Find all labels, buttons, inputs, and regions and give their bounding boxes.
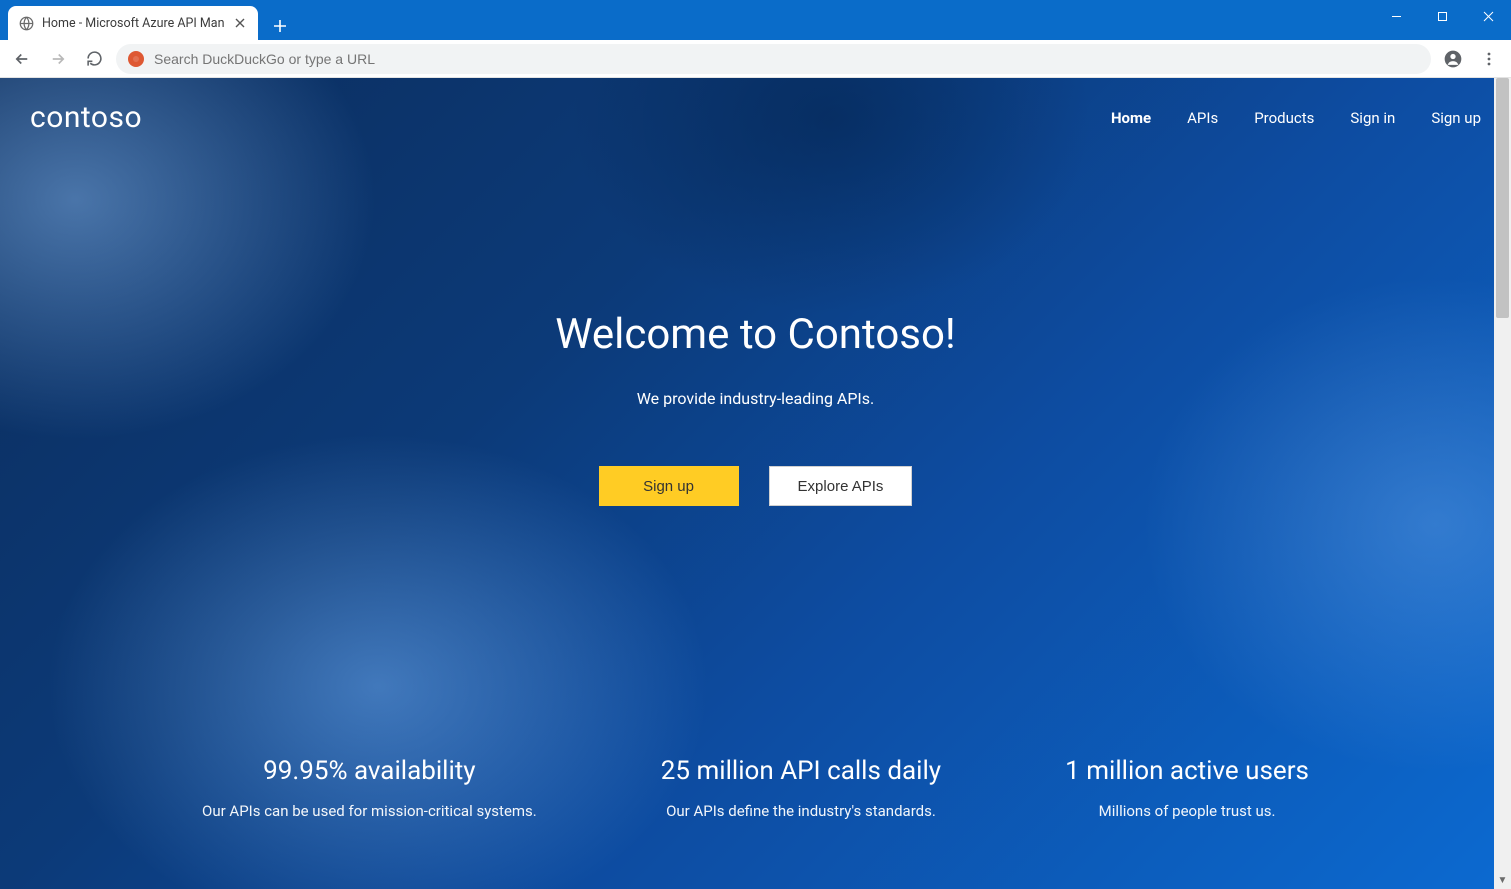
profile-button[interactable] — [1439, 45, 1467, 73]
browser-toolbar — [0, 40, 1511, 78]
nav-apis[interactable]: APIs — [1187, 109, 1218, 127]
stat-sub: Our APIs can be used for mission-critica… — [202, 802, 537, 820]
stats-section: 99.95% availability Our APIs can be used… — [0, 756, 1511, 880]
forward-button[interactable] — [44, 45, 72, 73]
stat-api-calls: 25 million API calls daily Our APIs defi… — [661, 756, 941, 820]
scroll-down-arrow-icon[interactable]: ▼ — [1494, 872, 1511, 889]
tab-strip: Home - Microsoft Azure API Man — [0, 0, 294, 40]
signup-button[interactable]: Sign up — [599, 466, 739, 506]
hero-section: Welcome to Contoso! We provide industry-… — [0, 135, 1511, 506]
stat-users: 1 million active users Millions of peopl… — [1065, 756, 1309, 820]
stat-sub: Millions of people trust us. — [1065, 802, 1309, 820]
hero-subtitle: We provide industry-leading APIs. — [0, 389, 1511, 408]
minimize-button[interactable] — [1373, 0, 1419, 32]
duckduckgo-icon — [128, 51, 144, 67]
close-icon[interactable] — [232, 15, 248, 31]
stat-availability: 99.95% availability Our APIs can be used… — [202, 756, 537, 820]
back-button[interactable] — [8, 45, 36, 73]
explore-apis-button[interactable]: Explore APIs — [769, 466, 913, 506]
vertical-scrollbar[interactable]: ▲ ▼ — [1494, 78, 1511, 889]
kebab-menu-button[interactable] — [1475, 45, 1503, 73]
scrollbar-thumb[interactable] — [1496, 78, 1509, 318]
omnibox-input[interactable] — [154, 51, 1419, 67]
stat-headline: 25 million API calls daily — [661, 756, 941, 786]
address-bar[interactable] — [116, 44, 1431, 74]
nav-signup[interactable]: Sign up — [1431, 109, 1481, 127]
nav-products[interactable]: Products — [1254, 109, 1314, 127]
stat-headline: 99.95% availability — [202, 756, 537, 786]
site-header: contoso Home APIs Products Sign in Sign … — [0, 78, 1511, 135]
nav-signin[interactable]: Sign in — [1350, 109, 1395, 127]
new-tab-button[interactable] — [266, 12, 294, 40]
window-titlebar: Home - Microsoft Azure API Man — [0, 0, 1511, 40]
globe-icon — [18, 15, 34, 31]
page-viewport: contoso Home APIs Products Sign in Sign … — [0, 78, 1511, 889]
nav-home[interactable]: Home — [1111, 109, 1151, 127]
brand-logo[interactable]: contoso — [30, 100, 142, 135]
close-window-button[interactable] — [1465, 0, 1511, 32]
tab-title: Home - Microsoft Azure API Man — [42, 16, 224, 31]
maximize-button[interactable] — [1419, 0, 1465, 32]
stat-headline: 1 million active users — [1065, 756, 1309, 786]
stat-sub: Our APIs define the industry's standards… — [661, 802, 941, 820]
primary-nav: Home APIs Products Sign in Sign up — [1111, 109, 1481, 127]
hero-title: Welcome to Contoso! — [0, 310, 1511, 359]
browser-tab[interactable]: Home - Microsoft Azure API Man — [8, 6, 258, 40]
hero-actions: Sign up Explore APIs — [0, 466, 1511, 506]
reload-button[interactable] — [80, 45, 108, 73]
window-controls — [1373, 0, 1511, 32]
